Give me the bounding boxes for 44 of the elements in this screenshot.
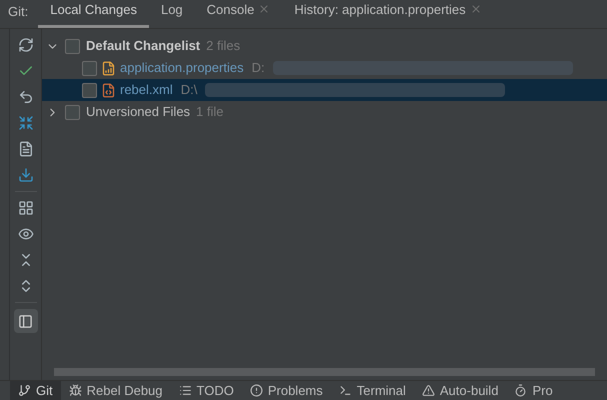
file-path: D:\ [180, 81, 198, 100]
file-row[interactable]: rebel.xml D:\ [42, 79, 607, 101]
tool-window-title: Git: [8, 2, 28, 20]
document-icon[interactable] [18, 141, 34, 157]
arrows-icon[interactable] [18, 115, 34, 131]
refresh-icon[interactable] [18, 37, 34, 53]
timer-icon [514, 384, 528, 397]
changelist-name: Unversioned Files [86, 103, 190, 122]
alert-icon [250, 384, 263, 397]
file-name: application.properties [120, 59, 244, 78]
tab[interactable]: Console [194, 0, 282, 28]
list-icon [178, 384, 192, 397]
checkbox[interactable] [82, 82, 97, 98]
tab[interactable]: Local Changes [38, 0, 149, 28]
tool-window-button[interactable]: Pro [506, 381, 561, 400]
file-name: rebel.xml [120, 81, 173, 100]
panel-toggle[interactable] [14, 309, 38, 333]
grid-icon[interactable] [18, 200, 34, 216]
tool-window-button[interactable]: Terminal [330, 381, 414, 400]
checkbox[interactable] [82, 60, 97, 76]
bug-icon [68, 384, 82, 397]
branch-icon [18, 384, 31, 397]
changelist-name: Default Changelist [86, 37, 200, 56]
eye-icon[interactable] [18, 226, 34, 242]
file-row[interactable]: application.properties D: [42, 57, 607, 79]
warning-icon [422, 384, 435, 397]
code-file-icon [101, 82, 116, 98]
file-count: 2 files [206, 37, 240, 56]
download-icon[interactable] [18, 167, 34, 183]
file-count: 1 file [196, 103, 224, 122]
checkbox[interactable] [65, 38, 80, 54]
tab[interactable]: Log [148, 0, 195, 28]
tool-window-button[interactable]: TODO [170, 381, 242, 400]
panel-icon [18, 314, 33, 328]
tool-window-button[interactable]: Git [10, 381, 61, 400]
tab[interactable]: History: application.properties [282, 0, 494, 28]
tool-window-button[interactable]: Rebel Debug [60, 381, 171, 400]
terminal-icon [338, 384, 352, 397]
file-path: D: [252, 59, 265, 78]
tool-window-button[interactable]: Problems [242, 381, 331, 400]
undo-icon[interactable] [18, 89, 34, 105]
tool-window-button[interactable]: Auto-build [414, 381, 506, 400]
chart-file-icon [101, 60, 116, 76]
checkbox[interactable] [65, 104, 80, 120]
